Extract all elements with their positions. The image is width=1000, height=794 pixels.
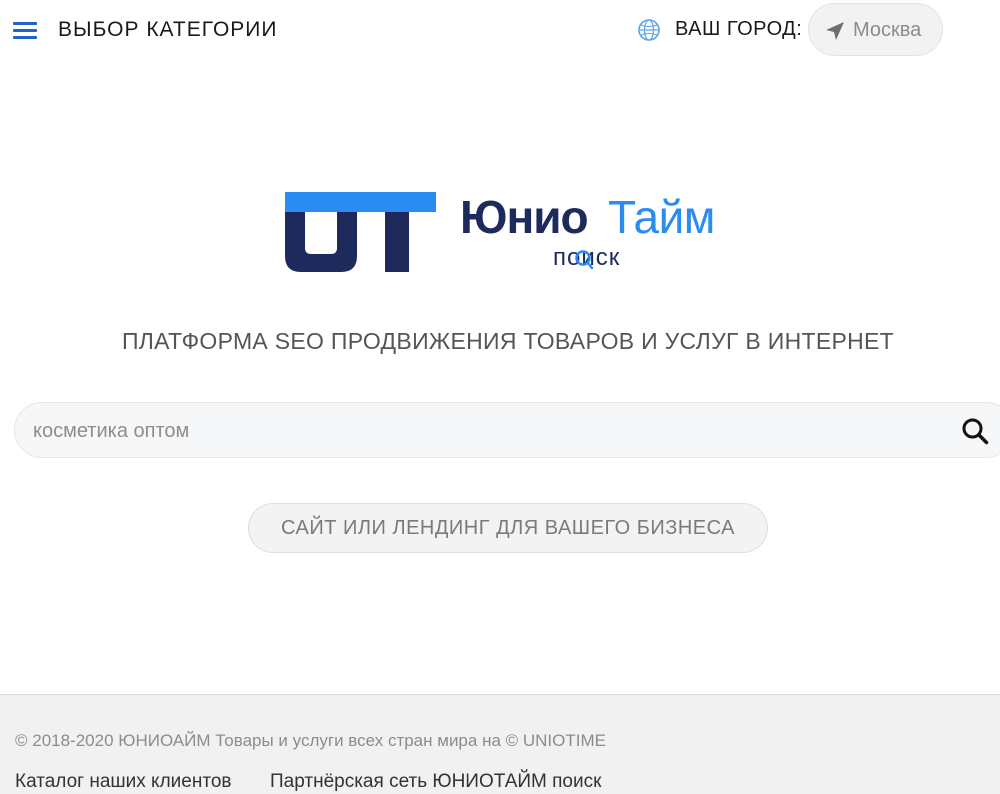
category-selector[interactable]: ВЫБОР КАТЕГОРИИ	[58, 18, 277, 42]
uniotime-logo: Юнио Тайм поиск	[285, 188, 735, 283]
page-slogan: ПЛАТФОРМА SEO ПРОДВИЖЕНИЯ ТОВАРОВ И УСЛУ…	[121, 328, 895, 354]
magnifier-logo-icon	[575, 250, 594, 270]
search-icon[interactable]	[961, 417, 989, 445]
hamburger-menu-icon[interactable]	[13, 22, 37, 40]
header: ВЫБОР КАТЕГОРИИ ВАШ ГОРОД: Москва	[0, 0, 1000, 60]
ut-logo-mark	[285, 192, 436, 272]
city-label: ВАШ ГОРОД:	[675, 18, 803, 40]
search-bar	[14, 402, 1000, 459]
brand-name-part1: Юнио	[460, 191, 589, 243]
city-select-button[interactable]: Москва	[808, 3, 943, 56]
globe-icon	[638, 19, 660, 41]
copyright-text: © 2018-2020 ЮНИОАЙМ Товары и услуги всех…	[15, 731, 606, 750]
city-value: Москва	[853, 19, 922, 41]
search-input[interactable]	[31, 403, 935, 459]
footer: © 2018-2020 ЮНИОАЙМ Товары и услуги всех…	[0, 694, 1000, 794]
footer-link-partners[interactable]: Партнёрская сеть ЮНИОТАЙМ поиск	[270, 771, 601, 793]
footer-link-clients[interactable]: Каталог наших клиентов	[15, 771, 231, 793]
business-site-button[interactable]: САЙТ ИЛИ ЛЕНДИНГ ДЛЯ ВАШЕГО БИЗНЕСА	[248, 503, 768, 553]
navigation-arrow-icon	[826, 22, 844, 40]
brand-name-part2: Тайм	[608, 191, 715, 243]
